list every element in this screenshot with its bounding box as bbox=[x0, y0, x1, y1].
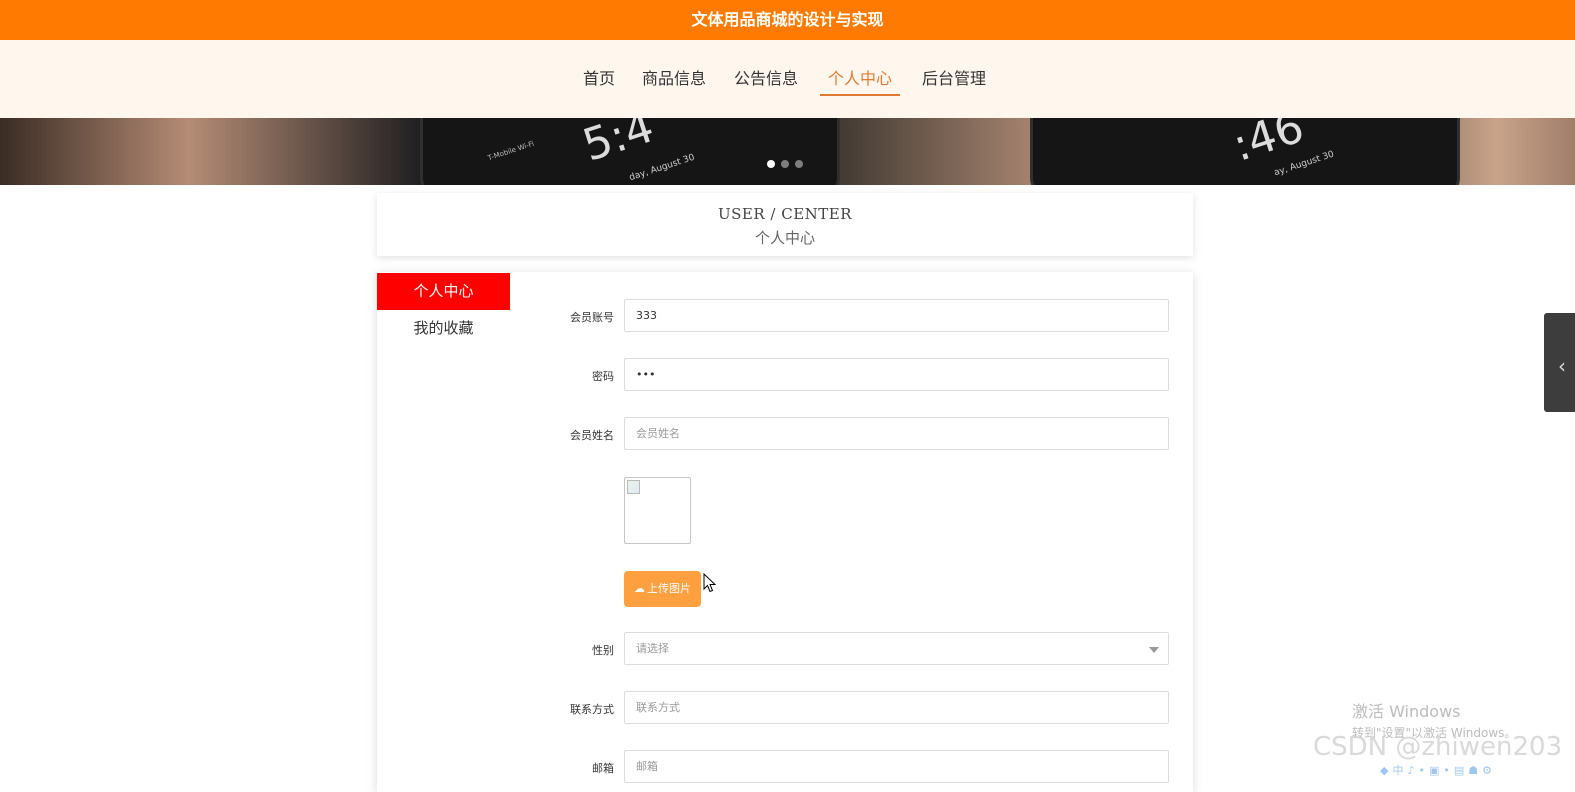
nav-item-products[interactable]: 商品信息 bbox=[642, 66, 706, 96]
chevron-left-icon: ‹ bbox=[1558, 354, 1566, 378]
name-input[interactable]: 会员姓名 bbox=[624, 417, 1169, 450]
mouse-cursor-icon bbox=[703, 573, 717, 593]
cloud-upload-icon: ☁ bbox=[634, 582, 645, 595]
password-input[interactable]: ••• bbox=[624, 358, 1169, 391]
email-label: 邮箱 bbox=[592, 762, 614, 775]
avatar-preview bbox=[624, 477, 691, 544]
banner-carousel[interactable]: 5:4 day, August 30 T-Mobile Wi-Fi :46 ay… bbox=[0, 118, 1575, 185]
carousel-dot-1[interactable] bbox=[767, 160, 775, 168]
upload-image-label: 上传图片 bbox=[647, 582, 691, 595]
banner-phone-left-time: 5:4 bbox=[576, 118, 660, 172]
broken-image-icon bbox=[627, 480, 640, 494]
contact-label: 联系方式 bbox=[570, 703, 614, 716]
account-input[interactable]: 333 bbox=[624, 299, 1169, 332]
banner-phone-left-carrier: T-Mobile Wi-Fi bbox=[486, 139, 536, 163]
sidebar-item-user-center[interactable]: 个人中心 bbox=[377, 273, 510, 310]
site-title: 文体用品商城的设计与实现 bbox=[691, 10, 884, 29]
email-input[interactable]: 邮箱 bbox=[624, 750, 1169, 783]
section-title-cn: 个人中心 bbox=[754, 229, 815, 247]
name-label: 会员姓名 bbox=[570, 429, 614, 442]
tray-icons: ◆中♪•▣•▤☗⚙ bbox=[1380, 764, 1496, 777]
account-label: 会员账号 bbox=[570, 311, 614, 324]
nav-item-announcements[interactable]: 公告信息 bbox=[734, 66, 798, 96]
nav-item-home[interactable]: 首页 bbox=[583, 66, 615, 96]
windows-activation-title: 激活 Windows bbox=[1352, 702, 1461, 721]
password-label: 密码 bbox=[592, 370, 614, 383]
upload-image-button[interactable]: ☁ 上传图片 bbox=[624, 571, 701, 607]
csdn-watermark: CSDN @zhiwen203 bbox=[1313, 732, 1563, 762]
section-title-card: USER / CENTER 个人中心 bbox=[377, 193, 1193, 256]
gender-label: 性别 bbox=[592, 644, 614, 657]
banner-phone-left: 5:4 day, August 30 T-Mobile Wi-Fi bbox=[420, 118, 840, 185]
carousel-dot-2[interactable] bbox=[781, 160, 789, 168]
nav-item-user-center[interactable]: 个人中心 bbox=[820, 66, 901, 96]
sidebar-item-favorites[interactable]: 我的收藏 bbox=[377, 310, 510, 347]
banner-phone-left-date: day, August 30 bbox=[628, 152, 696, 184]
contact-input[interactable]: 联系方式 bbox=[624, 691, 1169, 724]
banner-phone-right: :46 ay, August 30 bbox=[1030, 118, 1460, 185]
carousel-dot-3[interactable] bbox=[795, 160, 803, 168]
section-title-en: USER / CENTER bbox=[717, 205, 853, 223]
main-nav: 首页 商品信息 公告信息 个人中心 后台管理 bbox=[0, 40, 1575, 118]
nav-item-admin[interactable]: 后台管理 bbox=[922, 66, 986, 96]
gender-select[interactable]: 请选择 bbox=[624, 632, 1169, 665]
chevron-down-icon bbox=[1149, 647, 1159, 653]
site-title-bar: 文体用品商城的设计与实现 bbox=[0, 0, 1575, 40]
side-drawer-toggle[interactable]: ‹ bbox=[1544, 313, 1575, 412]
